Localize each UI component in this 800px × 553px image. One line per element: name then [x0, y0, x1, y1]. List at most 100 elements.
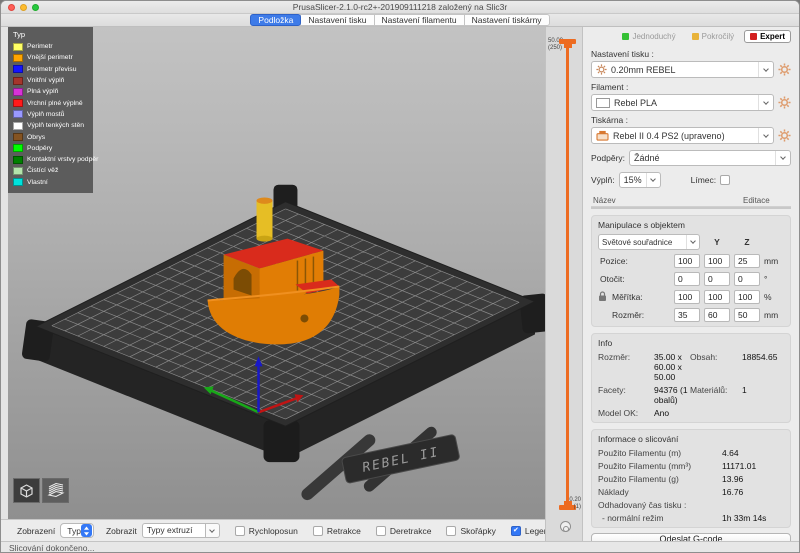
- position-row-label: Pozice:: [598, 256, 670, 266]
- print-time-value: 1h 33m 14s: [722, 513, 784, 523]
- print-settings-gear-button[interactable]: [778, 63, 791, 76]
- legend-title: Typ: [13, 30, 88, 39]
- supports-combo[interactable]: Žádné: [629, 150, 791, 166]
- view-type-select[interactable]: Typ: [60, 523, 94, 538]
- size-value: 35.00 x 60.00 x 50.00: [654, 352, 688, 382]
- size-x-input[interactable]: [674, 308, 700, 322]
- shells-checkbox-group: Skořápky: [446, 526, 495, 536]
- chevron-down-icon[interactable]: [206, 523, 220, 538]
- scale-y-input[interactable]: [704, 290, 730, 304]
- volume-label: Obsah:: [690, 352, 740, 382]
- facets-label: Facety:: [598, 385, 652, 405]
- object-list-header: Název Editace: [591, 195, 791, 207]
- tab-filament-settings[interactable]: Nastavení filamentu: [374, 14, 465, 26]
- printer-label: Tiskárna :: [591, 115, 791, 125]
- print-settings-combo[interactable]: 0.20mm REBEL: [591, 61, 774, 78]
- cube-icon: [17, 482, 36, 499]
- legend-color-swatch: [13, 133, 23, 141]
- chevron-down-icon: [646, 173, 660, 187]
- position-z-input[interactable]: [734, 254, 760, 268]
- legend-color-swatch: [13, 156, 23, 164]
- legend-item: Výplň tenkých stěn: [13, 120, 88, 131]
- filament-color-swatch: [596, 98, 610, 108]
- mode-simple-button[interactable]: Jednoduchý: [616, 30, 681, 43]
- bed-leg-front: [264, 420, 300, 462]
- rotate-z-input[interactable]: [734, 272, 760, 286]
- lock-icon[interactable]: [598, 291, 607, 304]
- preview-toolbar: Zobrazení Typ Zobrazit Typy extruzí Rych…: [1, 519, 545, 541]
- travel-checkbox[interactable]: [235, 526, 245, 536]
- legend-item: Podpěry: [13, 143, 88, 154]
- edit-column-header: Editace: [743, 196, 789, 205]
- chevron-down-icon: [758, 62, 773, 77]
- printer-gear-button[interactable]: [778, 129, 791, 142]
- mode-expert-icon: [750, 33, 757, 40]
- cost-value: 16.76: [722, 487, 784, 497]
- legend-item: Plná výplň: [13, 86, 88, 97]
- 3d-viewport[interactable]: REBEL II: [8, 27, 545, 519]
- tab-plater[interactable]: Podložka: [250, 14, 301, 26]
- filament-gear-button[interactable]: [778, 96, 791, 109]
- volume-value: 18854.65: [742, 352, 784, 382]
- filament-mm3-value: 11171.01: [722, 461, 784, 471]
- legend-item: Vnější perimetr: [13, 52, 88, 63]
- extrusion-type-legend: Typ Perimetr Vnější perimetr Perimetr př…: [8, 27, 93, 193]
- legend-color-swatch: [13, 43, 23, 51]
- chevron-down-icon: [775, 151, 790, 165]
- scale-x-input[interactable]: [674, 290, 700, 304]
- materials-label: Materiálů:: [690, 385, 740, 405]
- mode-simple-icon: [622, 33, 629, 40]
- info-title: Info: [598, 338, 784, 348]
- legend-checkbox[interactable]: [511, 526, 521, 536]
- brim-checkbox[interactable]: [720, 175, 730, 185]
- printer-icon: [596, 130, 609, 141]
- filament-label: Filament :: [591, 82, 791, 92]
- name-column-header: Název: [593, 196, 743, 205]
- status-text: Slicování dokončeno...: [9, 543, 95, 553]
- legend-item: Perimetr: [13, 41, 88, 52]
- infill-combo[interactable]: 15%: [619, 172, 661, 188]
- coordinate-system-combo[interactable]: Světové souřadnice: [598, 234, 700, 250]
- tab-print-settings[interactable]: Nastavení tisku: [300, 14, 374, 26]
- 3d-view-button[interactable]: [13, 478, 40, 503]
- legend-item: Vnitřní výplň: [13, 75, 88, 86]
- object-list-item[interactable]: ben_floating_benchmark.stl: [592, 208, 790, 209]
- chevron-down-icon: [686, 235, 699, 249]
- filament-g-value: 13.96: [722, 474, 784, 484]
- unretractions-checkbox[interactable]: [376, 526, 386, 536]
- size-y-input[interactable]: [704, 308, 730, 322]
- rotate-y-input[interactable]: [704, 272, 730, 286]
- send-gcode-button[interactable]: Odeslat G-code: [591, 533, 791, 541]
- retractions-checkbox[interactable]: [313, 526, 323, 536]
- size-label: Rozměr:: [598, 352, 652, 382]
- mode-expert-button[interactable]: Expert: [744, 30, 791, 43]
- model-ok-value: Ano: [654, 408, 688, 418]
- retractions-checkbox-group: Retrakce: [313, 526, 361, 536]
- scale-row-label: Měřítka:: [598, 292, 670, 302]
- one-layer-view-toggle[interactable]: [560, 521, 571, 532]
- position-x-input[interactable]: [674, 254, 700, 268]
- tab-printer-settings[interactable]: Nastavení tiskárny: [464, 14, 550, 26]
- rotate-x-input[interactable]: [674, 272, 700, 286]
- show-dropdown-label: Zobrazit: [106, 526, 137, 536]
- size-z-input[interactable]: [734, 308, 760, 322]
- legend-item: Výplň mostů: [13, 109, 88, 120]
- layer-slider-upper-handle[interactable]: [559, 39, 576, 44]
- materials-value: 1: [742, 385, 784, 405]
- main-tabbar: Podložka Nastavení tisku Nastavení filam…: [1, 14, 799, 27]
- layer-slider-track[interactable]: [566, 43, 569, 505]
- sliced-info-panel: Informace o slicování Použito Filamentu …: [591, 429, 791, 528]
- shells-checkbox[interactable]: [446, 526, 456, 536]
- facets-value: 94376 (1 obalů): [654, 385, 688, 405]
- filament-combo[interactable]: Rebel PLA: [591, 94, 774, 111]
- position-y-input[interactable]: [704, 254, 730, 268]
- preview-layers-button[interactable]: [42, 478, 69, 503]
- show-feature-combo[interactable]: Typy extruzí: [142, 523, 220, 538]
- mode-advanced-button[interactable]: Pokročilý: [686, 30, 740, 43]
- printer-combo[interactable]: Rebel II 0.4 PS2 (upraveno): [591, 127, 774, 144]
- legend-color-swatch: [13, 88, 23, 96]
- scale-z-input[interactable]: [734, 290, 760, 304]
- chevron-down-icon: [758, 95, 773, 110]
- manipulation-title: Manipulace s objektem: [598, 220, 784, 230]
- statusbar: Slicování dokončeno...: [1, 541, 799, 553]
